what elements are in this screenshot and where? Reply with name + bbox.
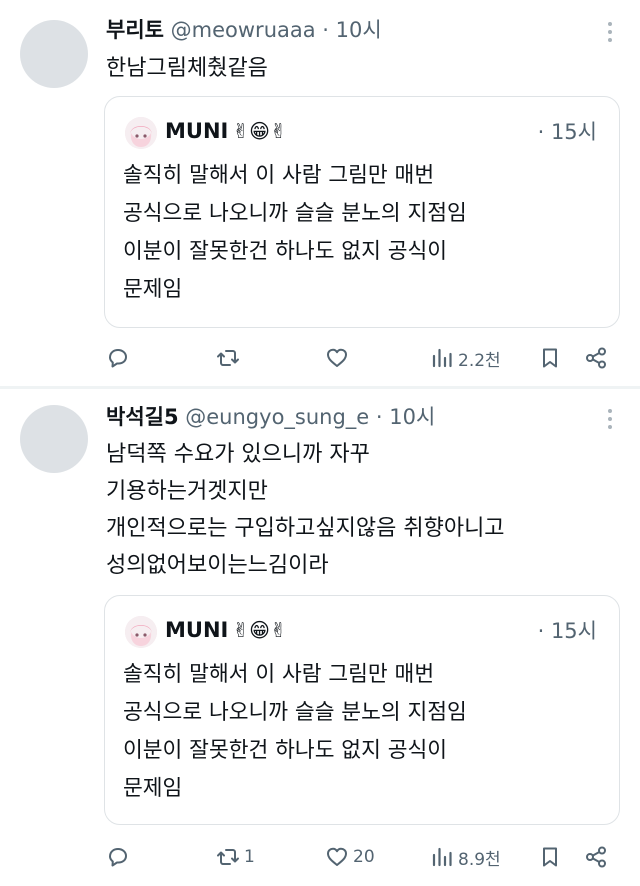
retweet-icon xyxy=(217,849,239,865)
quote-text-line: 공식으로 나오니까 슬슬 분노의 지점임 xyxy=(123,700,467,725)
retweet-icon xyxy=(217,350,239,366)
quote-display-name: MUNI xyxy=(165,119,229,143)
tweet-text: 남덕쪽 수요가 있으니까 자꾸 기용하는거겟지만 개인적으로는 구입하고싶지않음… xyxy=(106,436,505,584)
quote-text: 솔직히 말해서 이 사람 그림만 매번 공식으로 나오니까 슬슬 분노의 지점임… xyxy=(123,656,467,808)
tweet-actions: 2.2천 xyxy=(0,342,640,374)
quote-text-line: 문제임 xyxy=(123,776,183,801)
views-button[interactable]: 2.2천 xyxy=(430,342,501,374)
tweet-text: 한남그림체췄같음 xyxy=(106,50,268,87)
retweet-button[interactable]: 1 xyxy=(216,841,255,873)
quote-name-emoji: ✌😁✌ xyxy=(232,618,287,642)
quote-name-emoji: ✌😁✌ xyxy=(232,119,287,143)
separator-dot: · xyxy=(322,18,329,42)
quote-avatar xyxy=(125,616,157,648)
tweet-actions: 1 20 8.9천 xyxy=(0,841,640,873)
quote-text-line: 솔직히 말해서 이 사람 그림만 매번 xyxy=(123,662,435,687)
reply-button[interactable] xyxy=(106,342,130,374)
quote-tweet[interactable]: MUNI ✌😁✌ · 15시 솔직히 말해서 이 사람 그림만 매번 공식으로 나… xyxy=(104,96,620,328)
quote-timestamp: · 15시 xyxy=(537,619,597,643)
tweet-text-line: 남덕쪽 수요가 있으니까 자꾸 xyxy=(106,442,370,467)
display-name[interactable]: 부리토 xyxy=(106,18,164,42)
tweet-header: 박석길5 @eungyo_sung_e · 10시 xyxy=(106,403,435,431)
views-chart-icon xyxy=(432,847,452,867)
quote-text-line: 솔직히 말해서 이 사람 그림만 매번 xyxy=(123,163,435,188)
share-icon xyxy=(586,347,606,369)
tweet-text-line: 기용하는거겟지만 xyxy=(106,479,268,504)
avatar[interactable] xyxy=(20,20,88,88)
quote-header: MUNI ✌😁✌ xyxy=(165,615,287,645)
more-vertical-icon[interactable] xyxy=(606,409,614,433)
heart-icon xyxy=(327,348,347,367)
quote-display-name: MUNI xyxy=(165,618,229,642)
tweet-header: 부리토 @meowruaaa · 10시 xyxy=(106,16,382,44)
views-button[interactable]: 8.9천 xyxy=(430,841,501,873)
separator-dot: · xyxy=(375,405,383,429)
share-icon xyxy=(586,846,606,868)
quote-header: MUNI ✌😁✌ xyxy=(165,116,287,146)
view-count: 8.9천 xyxy=(458,849,501,870)
reply-button[interactable] xyxy=(106,841,130,873)
tweet-text-line: 한남그림체췄같음 xyxy=(106,56,268,81)
timestamp[interactable]: 10시 xyxy=(336,18,382,42)
display-name[interactable]: 박석길5 xyxy=(106,405,179,429)
user-handle[interactable]: @eungyo_sung_e xyxy=(185,405,369,429)
quote-timestamp: · 15시 xyxy=(537,120,597,144)
retweet-count: 1 xyxy=(244,847,255,867)
tweet[interactable]: 박석길5 @eungyo_sung_e · 10시 남덕쪽 수요가 있으니까 자… xyxy=(0,389,640,886)
more-vertical-icon[interactable] xyxy=(606,22,614,46)
view-count: 2.2천 xyxy=(458,350,501,371)
tweet[interactable]: 부리토 @meowruaaa · 10시 한남그림체췄같음 MUNI ✌😁✌ · … xyxy=(0,0,640,387)
user-handle[interactable]: @meowruaaa xyxy=(171,18,316,42)
reply-icon xyxy=(109,848,127,867)
bookmark-button[interactable] xyxy=(538,841,562,873)
like-button[interactable] xyxy=(325,342,353,374)
share-button[interactable] xyxy=(584,342,608,374)
tweet-text-line: 개인적으로는 구입하고싶지않음 취향아니고 xyxy=(106,516,505,541)
share-button[interactable] xyxy=(584,841,608,873)
quote-text-line: 이분이 잘못한건 하나도 없지 공식이 xyxy=(123,239,448,264)
like-button[interactable]: 20 xyxy=(325,841,375,873)
views-chart-icon xyxy=(432,348,452,368)
quote-text-line: 공식으로 나오니까 슬슬 분노의 지점임 xyxy=(123,201,467,226)
bookmark-icon xyxy=(543,847,557,867)
quote-tweet[interactable]: MUNI ✌😁✌ · 15시 솔직히 말해서 이 사람 그림만 매번 공식으로 나… xyxy=(104,595,620,825)
like-count: 20 xyxy=(353,847,375,867)
bookmark-button[interactable] xyxy=(538,342,562,374)
timestamp[interactable]: 10시 xyxy=(389,405,435,429)
avatar[interactable] xyxy=(20,405,88,473)
quote-text: 솔직히 말해서 이 사람 그림만 매번 공식으로 나오니까 슬슬 분노의 지점임… xyxy=(123,157,467,309)
heart-icon xyxy=(327,847,347,866)
retweet-button[interactable] xyxy=(216,342,244,374)
quote-text-line: 이분이 잘못한건 하나도 없지 공식이 xyxy=(123,738,448,763)
bookmark-icon xyxy=(543,348,557,368)
quote-text-line: 문제임 xyxy=(123,277,183,302)
reply-icon xyxy=(109,349,127,368)
quote-avatar xyxy=(125,117,157,149)
tweet-text-line: 성의없어보이는느김이라 xyxy=(106,553,329,578)
